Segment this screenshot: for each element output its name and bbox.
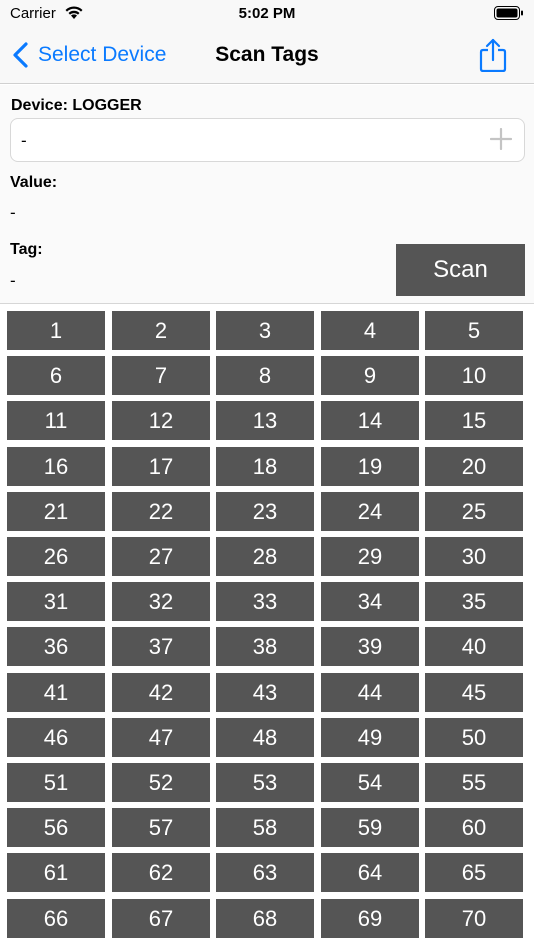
tag-button[interactable]: 45 (425, 673, 523, 712)
tag-button[interactable]: 20 (425, 447, 523, 486)
tag-button[interactable]: 23 (216, 492, 314, 531)
tag-button[interactable]: 62 (112, 853, 210, 892)
tag-button[interactable]: 64 (321, 853, 419, 892)
tag-button[interactable]: 3 (216, 311, 314, 350)
value-label: Value: (10, 174, 58, 191)
tag-readout: - (10, 271, 16, 290)
tag-button[interactable]: 6 (7, 356, 105, 395)
tag-button[interactable]: 19 (321, 447, 419, 486)
tag-button[interactable]: 70 (425, 899, 523, 938)
tag-button[interactable]: 41 (7, 673, 105, 712)
tag-button[interactable]: 27 (112, 537, 210, 576)
tag-button[interactable]: 10 (425, 356, 523, 395)
tag-button[interactable]: 26 (7, 537, 105, 576)
status-bar: Carrier 5:02 PM (0, 0, 534, 30)
tag-button[interactable]: 35 (425, 582, 523, 621)
tag-button[interactable]: 54 (321, 763, 419, 802)
tag-button[interactable]: 13 (216, 401, 314, 440)
tag-button[interactable]: 2 (112, 311, 210, 350)
share-icon[interactable] (478, 38, 508, 72)
tag-button[interactable]: 59 (321, 808, 419, 847)
tag-button[interactable]: 4 (321, 311, 419, 350)
tag-button[interactable]: 58 (216, 808, 314, 847)
tag-label: Tag: (10, 241, 43, 258)
tag-button[interactable]: 16 (7, 447, 105, 486)
plus-icon[interactable] (490, 128, 512, 150)
tag-button[interactable]: 51 (7, 763, 105, 802)
tag-button[interactable]: 46 (7, 718, 105, 757)
battery-icon (494, 6, 523, 20)
tag-button[interactable]: 12 (112, 401, 210, 440)
scan-button[interactable]: Scan (396, 244, 525, 296)
tag-button[interactable]: 61 (7, 853, 105, 892)
tag-button[interactable]: 37 (112, 627, 210, 666)
tag-button[interactable]: 43 (216, 673, 314, 712)
tag-button[interactable]: 11 (7, 401, 105, 440)
device-label: Device: LOGGER (11, 97, 142, 114)
tag-button[interactable]: 33 (216, 582, 314, 621)
tag-button[interactable]: 7 (112, 356, 210, 395)
tag-button[interactable]: 52 (112, 763, 210, 802)
tag-button[interactable]: 50 (425, 718, 523, 757)
scan-form: Device: LOGGER - Value: - Tag: - Scan (0, 85, 534, 304)
tag-button[interactable]: 42 (112, 673, 210, 712)
tag-button[interactable]: 66 (7, 899, 105, 938)
tag-button[interactable]: 69 (321, 899, 419, 938)
tag-button[interactable]: 1 (7, 311, 105, 350)
tag-button[interactable]: 18 (216, 447, 314, 486)
tag-button[interactable]: 48 (216, 718, 314, 757)
value-readout: - (10, 203, 16, 222)
tag-button[interactable]: 32 (112, 582, 210, 621)
tag-button[interactable]: 47 (112, 718, 210, 757)
status-time: 5:02 PM (238, 5, 296, 22)
tag-button[interactable]: 25 (425, 492, 523, 531)
tag-button[interactable]: 44 (321, 673, 419, 712)
tag-button[interactable]: 9 (321, 356, 419, 395)
tag-button[interactable]: 60 (425, 808, 523, 847)
tag-button[interactable]: 15 (425, 401, 523, 440)
tag-button[interactable]: 56 (7, 808, 105, 847)
tag-button[interactable]: 21 (7, 492, 105, 531)
tag-button[interactable]: 39 (321, 627, 419, 666)
tag-button[interactable]: 53 (216, 763, 314, 802)
device-field-value: - (21, 131, 27, 150)
tag-button[interactable]: 68 (216, 899, 314, 938)
tag-button[interactable]: 55 (425, 763, 523, 802)
tag-button[interactable]: 30 (425, 537, 523, 576)
tag-button[interactable]: 29 (321, 537, 419, 576)
tag-button[interactable]: 34 (321, 582, 419, 621)
tag-button[interactable]: 14 (321, 401, 419, 440)
tag-button[interactable]: 40 (425, 627, 523, 666)
tag-button[interactable]: 24 (321, 492, 419, 531)
device-field[interactable]: - (10, 118, 525, 162)
tag-button[interactable]: 65 (425, 853, 523, 892)
tag-button[interactable]: 5 (425, 311, 523, 350)
navigation-bar: Select Device Scan Tags (0, 30, 534, 84)
tag-button[interactable]: 63 (216, 853, 314, 892)
tag-button[interactable]: 57 (112, 808, 210, 847)
tag-button[interactable]: 17 (112, 447, 210, 486)
tag-button[interactable]: 36 (7, 627, 105, 666)
tag-button[interactable]: 67 (112, 899, 210, 938)
page-title: Scan Tags (215, 43, 319, 66)
tag-button[interactable]: 49 (321, 718, 419, 757)
tag-button[interactable]: 28 (216, 537, 314, 576)
tag-button[interactable]: 22 (112, 492, 210, 531)
tag-button[interactable]: 31 (7, 582, 105, 621)
tag-button-grid: 1 2 3 4 5 6 7 8 9 10 11 12 13 14 15 16 17 18 19 20 21 22 23 24 2… (0, 305, 534, 950)
tag-button[interactable]: 38 (216, 627, 314, 666)
tag-button[interactable]: 8 (216, 356, 314, 395)
